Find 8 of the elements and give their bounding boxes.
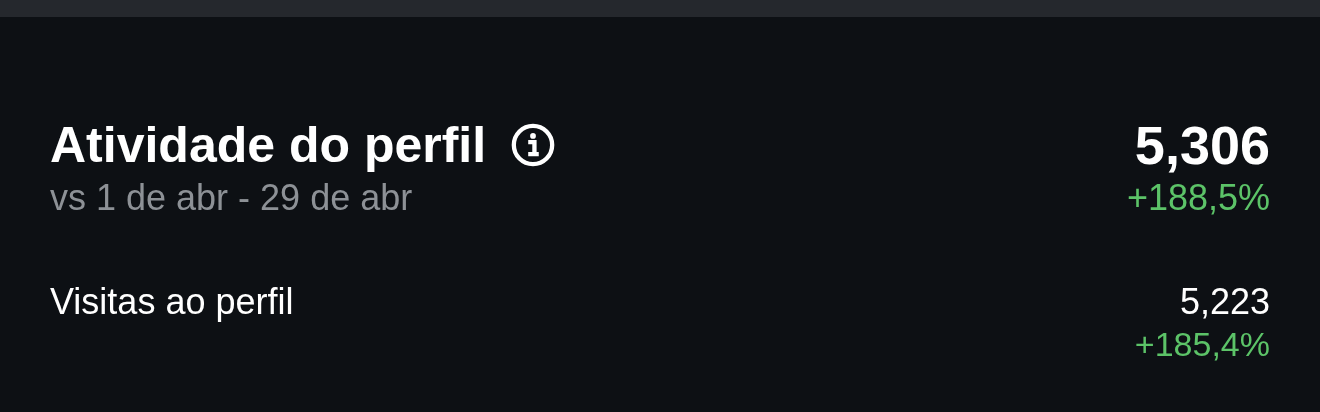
change-percent: +188,5% [1126,177,1270,219]
metric-label: Visitas ao perfil [50,281,294,324]
total-value: 5,306 [1134,114,1270,177]
date-range: vs 1 de abr - 29 de abr [50,177,414,219]
info-icon[interactable] [510,122,557,168]
change-percent: +185,4% [1134,324,1270,365]
metric-value: 5,223 [1179,281,1270,323]
section-title: Atividade do perfil [50,116,487,175]
